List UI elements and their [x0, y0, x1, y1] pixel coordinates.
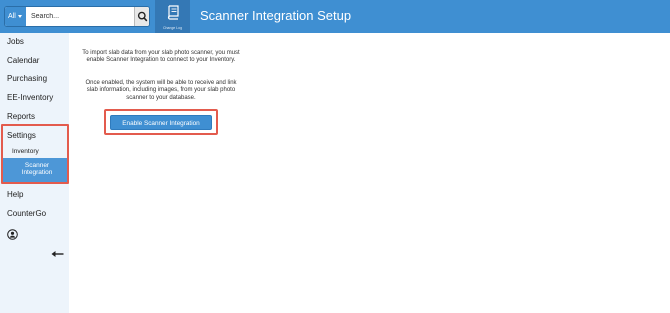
- sidebar-item-purchasing[interactable]: Purchasing: [7, 74, 47, 83]
- sidebar-item-help[interactable]: Help: [7, 190, 23, 199]
- sidebar-item-ee-inventory[interactable]: EE-Inventory: [7, 93, 53, 102]
- search-icon: [137, 11, 148, 22]
- search-button[interactable]: [134, 7, 149, 26]
- enable-description-text: Once enabled, the system will be able to…: [85, 80, 237, 101]
- top-bar: All Change Log Scanner Integration Setup: [0, 0, 670, 33]
- sidebar-subitem-label: Scanner Integration: [21, 162, 53, 176]
- sidebar-subitem-inventory[interactable]: Inventory: [12, 148, 39, 155]
- sidebar-subitem-scanner-integration[interactable]: Scanner Integration: [3, 158, 67, 182]
- search-scope-label: All: [8, 13, 16, 20]
- book-icon: [167, 5, 179, 20]
- page-title: Scanner Integration Setup: [200, 8, 352, 23]
- changelog-label: Change Log: [162, 26, 183, 30]
- search-input[interactable]: [28, 7, 136, 26]
- search-scope-dropdown[interactable]: All: [5, 7, 26, 26]
- user-account-icon[interactable]: [7, 229, 18, 240]
- sidebar-item-settings[interactable]: Settings: [7, 131, 36, 140]
- caret-down-icon: [17, 14, 22, 18]
- enable-scanner-integration-button[interactable]: Enable Scanner Integration: [110, 115, 212, 130]
- sidebar-item-jobs[interactable]: Jobs: [7, 37, 24, 46]
- intro-text: To import slab data from your slab photo…: [82, 50, 240, 64]
- sidebar-item-calendar[interactable]: Calendar: [7, 56, 39, 65]
- search-box: All: [4, 6, 150, 27]
- collapse-arrow-icon[interactable]: [51, 250, 64, 258]
- changelog-button[interactable]: Change Log: [155, 0, 190, 33]
- sidebar-item-reports[interactable]: Reports: [7, 112, 35, 121]
- sidebar-item-countergo[interactable]: CounterGo: [7, 209, 46, 218]
